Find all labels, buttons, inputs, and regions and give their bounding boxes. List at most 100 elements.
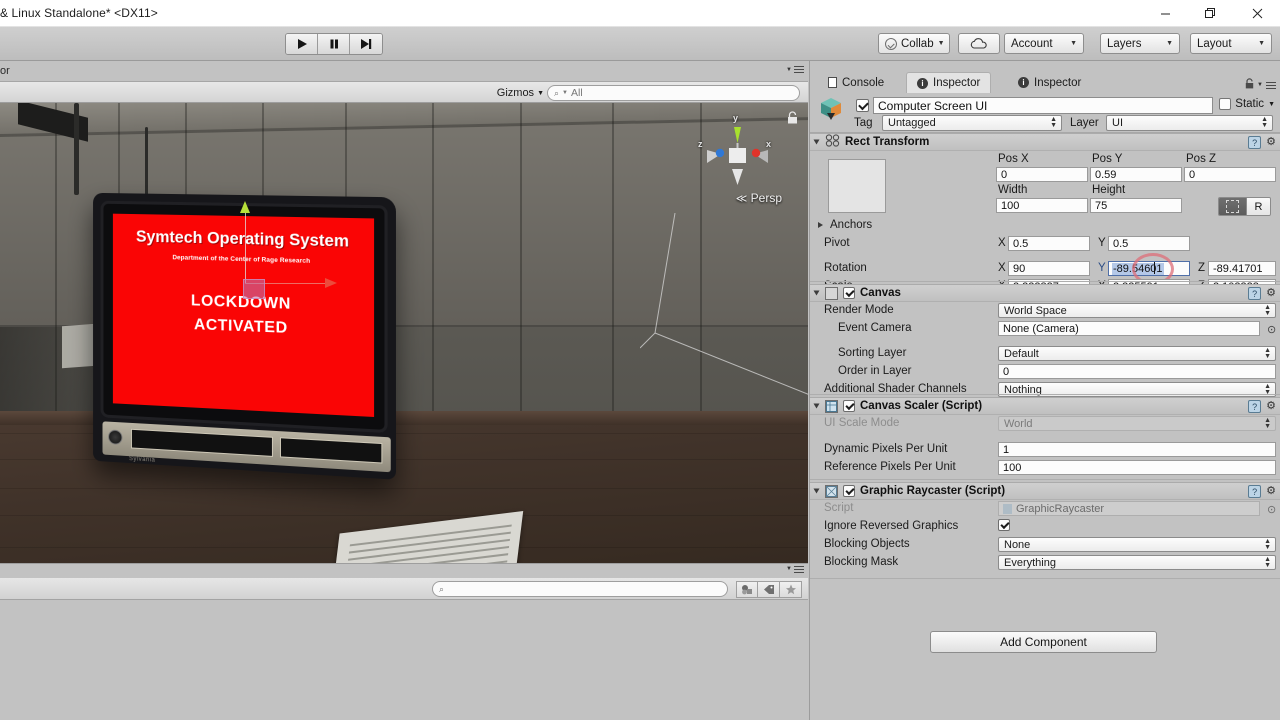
- order-in-layer-input[interactable]: 0: [998, 364, 1276, 379]
- tab-console[interactable]: Console: [818, 72, 894, 93]
- foldout-arrow-icon[interactable]: [813, 488, 820, 494]
- static-checkbox[interactable]: [1219, 98, 1232, 110]
- play-icon[interactable]: [286, 34, 318, 54]
- anchors-foldout-row[interactable]: Anchors: [810, 217, 1280, 235]
- object-picker-icon: ⊙: [1267, 504, 1277, 516]
- inspector-content: Computer Screen UI Static ▼ Tag Untagged…: [810, 93, 1280, 720]
- gear-icon[interactable]: ⚙: [1266, 288, 1276, 299]
- help-icon[interactable]: ?: [1248, 136, 1262, 149]
- restore-icon[interactable]: [1188, 0, 1234, 27]
- dynamic-ppu-input[interactable]: 1: [998, 442, 1276, 457]
- lock-icon[interactable]: [787, 111, 798, 127]
- stepper-arrows-icon: ▲ ▼: [1264, 303, 1271, 317]
- blocking-mask-dropdown[interactable]: Everything ▲ ▼: [998, 555, 1276, 570]
- pause-icon[interactable]: [318, 34, 350, 54]
- project-content-area[interactable]: [0, 600, 808, 720]
- blueprint-raw-toggle[interactable]: R: [1218, 197, 1271, 216]
- static-toggle[interactable]: Static ▼: [1219, 98, 1275, 110]
- filter-by-label-icon[interactable]: [758, 581, 780, 598]
- chevron-down-icon[interactable]: ▼: [1257, 82, 1263, 88]
- lock-icon[interactable]: [1245, 78, 1254, 92]
- step-icon[interactable]: [350, 34, 382, 54]
- foldout-arrow-icon[interactable]: [818, 222, 823, 228]
- help-icon[interactable]: ?: [1248, 287, 1262, 300]
- blueprint-mode-button[interactable]: [1219, 198, 1246, 215]
- collab-button[interactable]: Collab ▼: [878, 33, 950, 54]
- foldout-arrow-icon[interactable]: [813, 139, 820, 145]
- graphic-raycaster-header[interactable]: Graphic Raycaster (Script) ? ⚙: [810, 482, 1280, 500]
- rotation-z-input[interactable]: -89.41701: [1208, 261, 1276, 276]
- project-panel-menu[interactable]: ▼: [786, 566, 804, 573]
- gizmo-y-arrow[interactable]: [240, 201, 250, 213]
- ui-scale-mode-dropdown: World ▲ ▼: [998, 416, 1276, 431]
- graphic-raycaster-enabled-checkbox[interactable]: [843, 485, 855, 497]
- gizmo-x-arrow[interactable]: [325, 278, 337, 288]
- canvas-enabled-checkbox[interactable]: [843, 287, 855, 299]
- help-icon[interactable]: ?: [1248, 485, 1262, 498]
- gameobject-name-input[interactable]: Computer Screen UI: [873, 97, 1213, 114]
- canvas-scaler-enabled-checkbox[interactable]: [843, 400, 855, 412]
- rect-transform-header[interactable]: Rect Transform ? ⚙: [810, 133, 1280, 151]
- layout-button[interactable]: Layout ▼: [1190, 33, 1272, 54]
- anchor-preset-widget[interactable]: [828, 159, 886, 213]
- foldout-arrow-icon[interactable]: [813, 290, 820, 296]
- event-camera-field[interactable]: None (Camera): [998, 321, 1260, 336]
- canvas-header[interactable]: Canvas ? ⚙: [810, 284, 1280, 302]
- favorites-star-icon[interactable]: [780, 581, 802, 598]
- object-picker-icon[interactable]: ⊙: [1267, 323, 1276, 336]
- tag-dropdown[interactable]: Untagged ▲ ▼: [882, 115, 1062, 131]
- screen-subtitle: Department of the Center of Rage Researc…: [172, 254, 311, 265]
- gizmos-dropdown[interactable]: Gizmos ▼: [497, 85, 544, 101]
- pos-z-input[interactable]: 0: [1184, 167, 1276, 182]
- foldout-arrow-icon[interactable]: [813, 403, 820, 409]
- tab-inspector-active[interactable]: i Inspector: [906, 72, 992, 93]
- width-input[interactable]: 100: [996, 198, 1088, 213]
- rotation-x-input[interactable]: 90: [1008, 261, 1090, 276]
- pos-x-input[interactable]: 0: [996, 167, 1088, 182]
- pos-y-input[interactable]: 0.59: [1090, 167, 1182, 182]
- canvas-scaler-header[interactable]: Canvas Scaler (Script) ? ⚙: [810, 397, 1280, 415]
- reference-ppu-input[interactable]: 100: [998, 460, 1276, 475]
- help-icon[interactable]: ?: [1248, 400, 1262, 413]
- render-mode-dropdown[interactable]: World Space ▲ ▼: [998, 303, 1276, 318]
- pivot-x-input[interactable]: 0.5: [1008, 236, 1090, 251]
- raw-edit-button[interactable]: R: [1246, 198, 1270, 215]
- pivot-y-input[interactable]: 0.5: [1108, 236, 1190, 251]
- chevron-down-icon: ▼: [1070, 40, 1077, 47]
- scene-panel-menu[interactable]: ▼: [786, 66, 804, 73]
- add-component-button[interactable]: Add Component: [930, 631, 1157, 653]
- gear-icon[interactable]: ⚙: [1266, 401, 1276, 412]
- rotation-y-input[interactable]: -89.54601: [1108, 261, 1190, 276]
- sorting-layer-dropdown[interactable]: Default ▲ ▼: [998, 346, 1276, 361]
- height-input[interactable]: 75: [1090, 198, 1182, 213]
- rotation-row: Rotation X 90 Y -89.54601 Z -89.41701: [810, 253, 1280, 285]
- cloud-button[interactable]: [958, 33, 1000, 54]
- menu-icon[interactable]: [1266, 81, 1276, 89]
- render-mode-row: Render Mode World Space ▲ ▼: [810, 302, 1280, 320]
- layers-button[interactable]: Layers ▼: [1100, 33, 1180, 54]
- rotation-label: Rotation: [824, 262, 867, 274]
- gameobject-enabled-checkbox[interactable]: [856, 99, 869, 112]
- blocking-objects-dropdown[interactable]: None ▲ ▼: [998, 537, 1276, 552]
- gizmo-plane-handle[interactable]: [243, 279, 265, 299]
- close-icon[interactable]: [1234, 0, 1280, 27]
- account-button[interactable]: Account ▼: [1004, 33, 1084, 54]
- tab-inspector-2[interactable]: i Inspector: [1008, 72, 1091, 93]
- project-search-input[interactable]: ⌕: [432, 581, 728, 597]
- tag-layer-row: Tag Untagged ▲ ▼ Layer UI ▲ ▼: [810, 114, 1280, 132]
- dynamic-ppu-label: Dynamic Pixels Per Unit: [824, 443, 948, 455]
- ignore-reversed-checkbox[interactable]: [998, 519, 1010, 531]
- scene-tab-label[interactable]: or: [0, 65, 10, 77]
- filter-by-type-icon[interactable]: [736, 581, 758, 598]
- perspective-label[interactable]: ≪ Persp: [736, 191, 782, 205]
- menu-icon: [794, 566, 804, 573]
- minimize-icon[interactable]: [1142, 0, 1188, 27]
- scene-search-input[interactable]: ⌕ ▼ All: [547, 85, 800, 101]
- layer-dropdown[interactable]: UI ▲ ▼: [1106, 115, 1273, 131]
- scene-viewport[interactable]: Symtech Operating System Department of t…: [0, 103, 808, 591]
- chevron-down-icon[interactable]: ▼: [1268, 101, 1275, 108]
- gear-icon[interactable]: ⚙: [1266, 486, 1276, 497]
- ui-scale-mode-row: UI Scale Mode World ▲ ▼: [810, 415, 1280, 433]
- gear-icon[interactable]: ⚙: [1266, 137, 1276, 148]
- canvas-scaler-title: Canvas Scaler (Script): [860, 400, 983, 412]
